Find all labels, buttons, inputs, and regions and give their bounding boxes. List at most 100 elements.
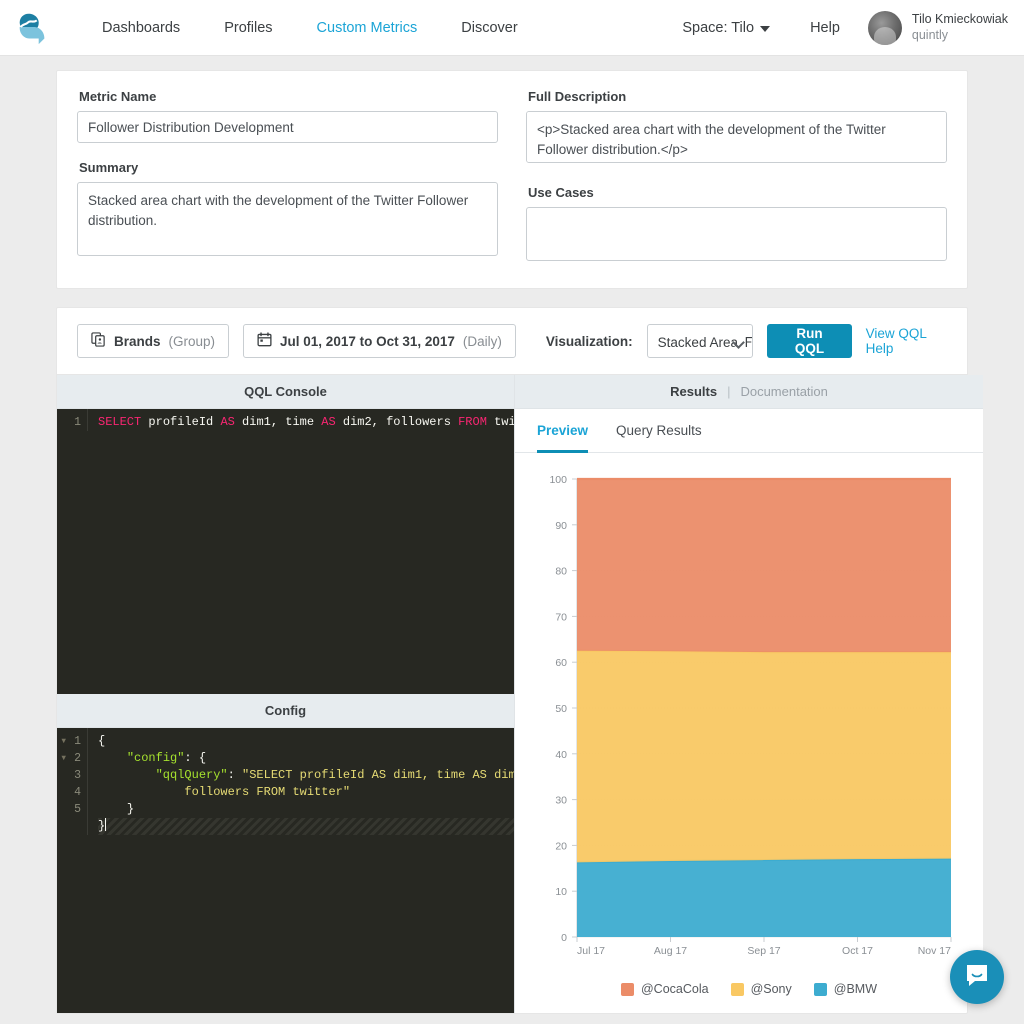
full-description-textarea[interactable]: <p>Stacked area chart with the developme… bbox=[526, 111, 947, 163]
svg-text:Nov 17: Nov 17 bbox=[918, 945, 951, 957]
qql-console-title: QQL Console bbox=[57, 375, 514, 409]
config-key-qqlquery: "qqlQuery" bbox=[155, 768, 228, 782]
sql-keyword-from: FROM bbox=[458, 415, 487, 429]
qql-console-code: SELECT profileId AS dim1, time AS dim2, … bbox=[87, 409, 514, 431]
nav-item-profiles[interactable]: Profiles bbox=[202, 0, 294, 56]
sql-text-2: dim1, time bbox=[234, 415, 322, 429]
chat-bubble-icon bbox=[964, 962, 990, 993]
legend-swatch-bmw bbox=[813, 982, 827, 996]
config-editor[interactable]: ▾ 1 ▾ 2 3 4 5 { "config": { "qqlQuery": "SEL… bbox=[57, 728, 514, 1013]
svg-text:Oct 17: Oct 17 bbox=[842, 945, 873, 957]
config-line-3: "qqlQuery": "SELECT profileId AS dim1, t… bbox=[98, 767, 514, 784]
full-description-label: Full Description bbox=[528, 89, 627, 104]
legend-label-bmw: @BMW bbox=[833, 982, 877, 996]
svg-text:70: 70 bbox=[555, 611, 567, 623]
user-info: Tilo Kmieckowiak quintly bbox=[912, 12, 1008, 43]
config-line-4: } bbox=[126, 802, 135, 816]
summary-textarea[interactable]: Stacked area chart with the development … bbox=[77, 182, 498, 256]
tab-query-results[interactable]: Query Results bbox=[616, 423, 702, 453]
sql-text-4: twitter bbox=[494, 415, 514, 429]
nav-item-help[interactable]: Help bbox=[790, 0, 860, 56]
quintly-logo-icon[interactable] bbox=[14, 9, 52, 47]
results-tab[interactable]: Results bbox=[670, 384, 717, 399]
nav-item-custom-metrics[interactable]: Custom Metrics bbox=[295, 0, 440, 56]
legend-item-cocacola[interactable]: @CocaCola bbox=[620, 982, 709, 996]
config-line-no-4: 4 bbox=[74, 786, 81, 799]
view-qql-help-link[interactable]: View QQL Help bbox=[866, 326, 947, 356]
config-line-1: { bbox=[98, 734, 106, 748]
chart-preview: 0 10 20 30 40 50 60 70 80 90 100 Jul 17 Aug 17 Sep 17… bbox=[515, 453, 983, 999]
svg-text:40: 40 bbox=[555, 749, 567, 761]
sql-text-1: profileId bbox=[141, 415, 221, 429]
space-selector-label: Space: Tilo bbox=[682, 19, 755, 36]
use-cases-label: Use Cases bbox=[528, 185, 594, 200]
config-line-no-2: ▾ 2 bbox=[60, 752, 81, 765]
config-value-qqlquery-part2: followers FROM twitter" bbox=[184, 785, 351, 799]
user-menu[interactable]: Tilo Kmieckowiak quintly bbox=[867, 10, 1008, 45]
page-body: Metric Name Summary Stacked area chart w… bbox=[0, 70, 1024, 1014]
legend-swatch-sony bbox=[730, 982, 744, 996]
brands-group-icon bbox=[91, 332, 106, 350]
sql-text-3: dim2, followers bbox=[335, 415, 459, 429]
svg-text:80: 80 bbox=[555, 566, 567, 578]
legend-label-sony: @Sony bbox=[750, 982, 792, 996]
config-code: { "config": { "qqlQuery": "SELECT profil… bbox=[87, 728, 514, 835]
editor-results-split: QQL Console 1 SELECT profileId AS dim1, … bbox=[57, 375, 983, 1013]
query-toolbar: Brands (Group) Jul 01, 2017 to Oct 31, 2… bbox=[57, 308, 967, 375]
svg-text:10: 10 bbox=[555, 886, 567, 898]
results-separator: | bbox=[727, 384, 731, 399]
metric-name-input[interactable] bbox=[77, 111, 498, 143]
qql-console-editor[interactable]: 1 SELECT profileId AS dim1, time AS dim2… bbox=[57, 409, 514, 694]
stacked-area-chart: 0 10 20 30 40 50 60 70 80 90 100 Jul 17 Aug 17 Sep 17… bbox=[549, 474, 952, 957]
config-line-no-3: 3 bbox=[74, 769, 81, 782]
user-name: Tilo Kmieckowiak bbox=[911, 11, 1008, 26]
results-pane: Results | Documentation Preview Query Re… bbox=[514, 375, 983, 1013]
svg-text:20: 20 bbox=[555, 840, 567, 852]
date-range-selector[interactable]: Jul 01, 2017 to Oct 31, 2017 (Daily) bbox=[243, 324, 516, 358]
visualization-select[interactable]: Stacked Area Ｆ bbox=[646, 324, 754, 358]
documentation-tab[interactable]: Documentation bbox=[740, 384, 827, 399]
editor-pane: QQL Console 1 SELECT profileId AS dim1, … bbox=[57, 375, 514, 1013]
results-header: Results | Documentation bbox=[515, 375, 983, 409]
sql-keyword-select: SELECT bbox=[98, 415, 142, 429]
chevron-down-icon bbox=[760, 25, 771, 32]
user-org: quintly bbox=[911, 27, 949, 42]
brands-label: Brands bbox=[114, 333, 161, 349]
date-range-granularity: (Daily) bbox=[462, 333, 502, 349]
config-title: Config bbox=[57, 694, 514, 728]
space-selector[interactable]: Space: Tilo bbox=[662, 0, 790, 56]
svg-text:30: 30 bbox=[555, 795, 567, 807]
config-line-no-1: ▾ 1 bbox=[60, 735, 81, 748]
support-chat-button[interactable] bbox=[950, 950, 1004, 1004]
qql-console-gutter: 1 bbox=[57, 409, 87, 694]
legend-label-cocacola: @CocaCola bbox=[640, 982, 709, 996]
sql-keyword-as-1: AS bbox=[220, 415, 235, 429]
nav-right-group: Space: Tilo Help Tilo Kmieckowiak quintl… bbox=[662, 0, 1008, 56]
config-gutter: ▾ 1 ▾ 2 3 4 5 bbox=[57, 728, 87, 1013]
query-builder-card: Brands (Group) Jul 01, 2017 to Oct 31, 2… bbox=[56, 307, 983, 1014]
brands-suffix: (Group) bbox=[168, 333, 216, 349]
svg-text:50: 50 bbox=[555, 703, 567, 715]
date-range-label: Jul 01, 2017 to Oct 31, 2017 bbox=[280, 333, 455, 349]
legend-item-bmw[interactable]: @BMW bbox=[813, 982, 877, 996]
visualization-label: Visualization: bbox=[545, 333, 633, 349]
tab-preview[interactable]: Preview bbox=[537, 423, 589, 453]
svg-text:60: 60 bbox=[555, 657, 567, 669]
main-nav-items: Dashboards Profiles Custom Metrics Disco… bbox=[80, 0, 540, 56]
svg-text:Jul 17: Jul 17 bbox=[577, 945, 605, 957]
summary-label: Summary bbox=[79, 160, 139, 175]
config-key-config: "config" bbox=[126, 751, 185, 765]
config-line-no-5: 5 bbox=[74, 803, 81, 816]
meta-right-column: Full Description <p>Stacked area chart w… bbox=[526, 89, 947, 266]
use-cases-textarea[interactable] bbox=[526, 207, 947, 261]
svg-text:90: 90 bbox=[555, 520, 567, 532]
legend-item-sony[interactable]: @Sony bbox=[730, 982, 792, 996]
run-qql-button[interactable]: Run QQL bbox=[767, 324, 852, 358]
config-value-qqlquery-part1: "SELECT profileId AS dim1, time AS dim2, bbox=[242, 768, 514, 782]
svg-text:0: 0 bbox=[561, 932, 567, 944]
nav-item-discover[interactable]: Discover bbox=[439, 0, 539, 56]
brands-group-selector[interactable]: Brands (Group) bbox=[77, 324, 230, 358]
config-line-2: "config": { bbox=[126, 751, 207, 765]
svg-text:100: 100 bbox=[549, 474, 567, 486]
nav-item-dashboards[interactable]: Dashboards bbox=[80, 0, 202, 56]
